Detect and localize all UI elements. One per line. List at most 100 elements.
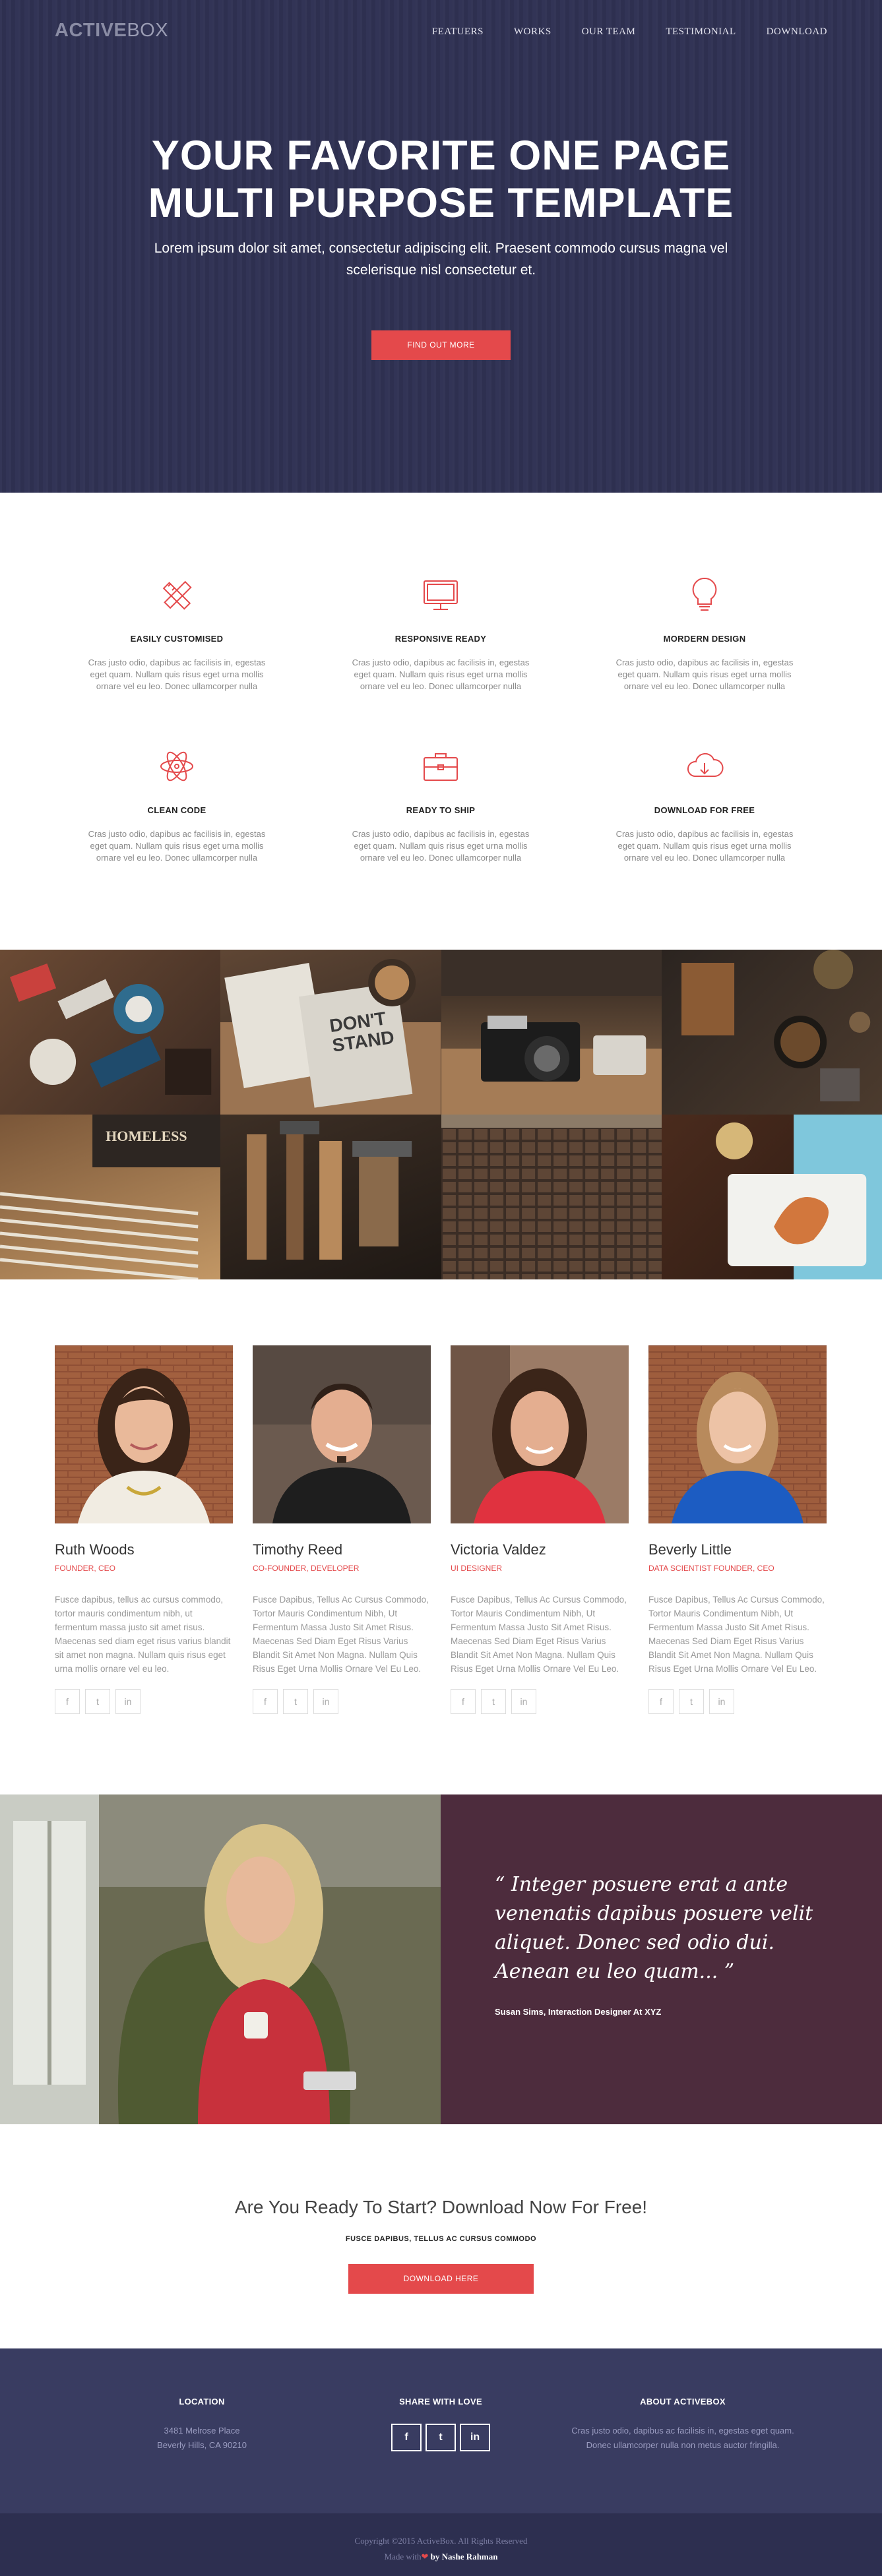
team-member-name: Timothy Reed bbox=[253, 1541, 343, 1558]
team-member-bio: Fusce Dapibus, Tellus Ac Cursus Commodo,… bbox=[253, 1595, 429, 1674]
twitter-icon[interactable]: t bbox=[283, 1689, 308, 1714]
lightbulb-icon bbox=[692, 577, 717, 611]
cta-subtitle: FUSCE DAPIBUS, TELLUS AC CURSUS COMMODO bbox=[345, 2235, 537, 2243]
hero-title: YOUR FAVORITE ONE PAGE MULTI PURPOSE TEM… bbox=[0, 132, 882, 227]
author-credit[interactable]: by Nashe Rahman bbox=[431, 2552, 498, 2561]
testimonial-quote: “ Integer posuere erat a ante venenatis … bbox=[495, 1873, 813, 1983]
team-member-role: CO-FOUNDER, DEVELOPER bbox=[253, 1564, 360, 1573]
feature-card: READY TO SHIP Cras justo odio, dapibus a… bbox=[342, 743, 540, 864]
twitter-icon[interactable]: t bbox=[679, 1689, 704, 1714]
footer-about-text: Cras justo odio, dapibus ac facilisis in… bbox=[571, 2426, 794, 2450]
hero-title-line-2: MULTI PURPOSE TEMPLATE bbox=[148, 180, 734, 226]
atom-icon bbox=[160, 751, 193, 782]
feature-title: CLEAN CODE bbox=[147, 805, 206, 815]
team-member-card: Beverly Little DATA SCIENTIST FOUNDER, C… bbox=[648, 1345, 827, 1714]
footer-location-title: LOCATION bbox=[179, 2397, 225, 2407]
feature-card: EASILY CUSTOMISED Cras justo odio, dapib… bbox=[78, 572, 276, 692]
made-with-text: Made with bbox=[384, 2552, 422, 2561]
brand-logo[interactable]: ACTIVEBOX bbox=[55, 20, 168, 42]
linkedin-icon[interactable]: in bbox=[511, 1689, 536, 1714]
team-member-card: Ruth Woods FOUNDER, CEO Fusce dapibus, t… bbox=[55, 1345, 233, 1714]
features-section: EASILY CUSTOMISED Cras justo odio, dapib… bbox=[0, 493, 882, 950]
top-navbar: ACTIVEBOX FEATUERS WORKS OUR TEAM TESTIM… bbox=[0, 0, 882, 66]
briefcase-icon bbox=[424, 753, 458, 781]
heart-icon: ❤ bbox=[421, 2552, 429, 2561]
gallery-image[interactable] bbox=[220, 1115, 441, 1279]
team-member-bio: Fusce Dapibus, Tellus Ac Cursus Commodo,… bbox=[648, 1595, 825, 1674]
team-member-socials: f t in bbox=[55, 1689, 233, 1714]
cloud-download-icon bbox=[687, 752, 724, 777]
nav-link-download[interactable]: DOWNLOAD bbox=[767, 26, 827, 38]
hero-title-line-1: YOUR FAVORITE ONE PAGE bbox=[151, 133, 731, 179]
team-member-photo bbox=[451, 1345, 629, 1523]
team-member-socials: f t in bbox=[253, 1689, 431, 1714]
twitter-icon[interactable]: t bbox=[481, 1689, 506, 1714]
gallery-image[interactable] bbox=[661, 950, 882, 1115]
team-member-bio: Fusce dapibus, tellus ac cursus commodo,… bbox=[55, 1595, 231, 1674]
linkedin-icon[interactable]: in bbox=[709, 1689, 734, 1714]
team-member-name: Ruth Woods bbox=[55, 1541, 135, 1558]
feature-card: RESPONSIVE READY Cras justo odio, dapibu… bbox=[342, 572, 540, 692]
download-section: Are You Ready To Start? Download Now For… bbox=[0, 2124, 882, 2348]
gallery-image[interactable] bbox=[661, 1115, 882, 1279]
testimonial-photo bbox=[0, 1794, 441, 2124]
testimonial-section: “ Integer posuere erat a ante venenatis … bbox=[0, 1794, 882, 2124]
footer-about-title: ABOUT ACTIVEBOX bbox=[640, 2397, 726, 2407]
download-here-button[interactable]: DOWNLOAD HERE bbox=[348, 2264, 534, 2294]
nav-link-works[interactable]: WORKS bbox=[514, 26, 551, 38]
feature-text: Cras justo odio, dapibus ac facilisis in… bbox=[615, 658, 794, 691]
address-line-2: Beverly Hills, CA 90210 bbox=[157, 2440, 247, 2450]
nav-link-testimonial[interactable]: TESTIMONIAL bbox=[666, 26, 736, 38]
gallery-image[interactable] bbox=[441, 950, 662, 1115]
team-member-photo bbox=[253, 1345, 431, 1523]
hero-subtitle: Lorem ipsum dolor sit amet, consectetur … bbox=[154, 241, 728, 278]
facebook-icon[interactable]: f bbox=[391, 2424, 422, 2451]
gallery-image[interactable] bbox=[441, 1115, 662, 1279]
team-member-card: Timothy Reed CO-FOUNDER, DEVELOPER Fusce… bbox=[253, 1345, 431, 1714]
gallery-image[interactable]: HOMELESS bbox=[0, 1115, 221, 1279]
hero-section: ACTIVEBOX FEATUERS WORKS OUR TEAM TESTIM… bbox=[0, 0, 882, 493]
copyright-text: Copyright ©2015 ActiveBox. All Rights Re… bbox=[354, 2536, 528, 2546]
facebook-icon[interactable]: f bbox=[648, 1689, 674, 1714]
team-member-bio: Fusce Dapibus, Tellus Ac Cursus Commodo,… bbox=[451, 1595, 627, 1674]
twitter-icon[interactable]: t bbox=[85, 1689, 110, 1714]
feature-card: DOWNLOAD FOR FREE Cras justo odio, dapib… bbox=[606, 743, 803, 864]
footer-share: SHARE WITH LOVE f t in bbox=[375, 2395, 507, 2451]
copyright-bar: Copyright ©2015 ActiveBox. All Rights Re… bbox=[0, 2513, 882, 2576]
find-out-more-button[interactable]: FIND OUT MORE bbox=[371, 330, 511, 360]
main-menu: FEATUERS WORKS OUR TEAM TESTIMONIAL DOWN… bbox=[432, 26, 827, 38]
team-member-role: DATA SCIENTIST FOUNDER, CEO bbox=[648, 1564, 774, 1573]
nav-link-features[interactable]: FEATUERS bbox=[432, 26, 484, 38]
team-member-socials: f t in bbox=[451, 1689, 629, 1714]
testimonial-quote-panel: “ Integer posuere erat a ante venenatis … bbox=[441, 1794, 882, 2124]
linkedin-icon[interactable]: in bbox=[313, 1689, 338, 1714]
works-gallery: DON'T STAND HOMELESS bbox=[0, 950, 882, 1279]
facebook-icon[interactable]: f bbox=[253, 1689, 278, 1714]
footer-social-links: f t in bbox=[375, 2424, 507, 2451]
feature-title: RESPONSIVE READY bbox=[394, 634, 487, 644]
linkedin-icon[interactable]: in bbox=[115, 1689, 141, 1714]
cta-title: Are You Ready To Start? Download Now For… bbox=[234, 2197, 648, 2217]
feature-text: Cras justo odio, dapibus ac facilisis in… bbox=[88, 658, 266, 691]
team-member-photo bbox=[55, 1345, 233, 1523]
facebook-icon[interactable]: f bbox=[451, 1689, 476, 1714]
gallery-image[interactable]: DON'T STAND bbox=[220, 950, 441, 1115]
footer-location: LOCATION 3481 Melrose Place Beverly Hill… bbox=[136, 2395, 268, 2453]
nav-link-our-team[interactable]: OUR TEAM bbox=[582, 26, 636, 38]
monitor-icon bbox=[424, 580, 458, 610]
twitter-icon[interactable]: t bbox=[425, 2424, 456, 2451]
feature-text: Cras justo odio, dapibus ac facilisis in… bbox=[352, 829, 530, 863]
linkedin-icon[interactable]: in bbox=[460, 2424, 490, 2451]
team-member-name: Victoria Valdez bbox=[451, 1541, 546, 1558]
footer-about: ABOUT ACTIVEBOX Cras justo odio, dapibus… bbox=[567, 2395, 798, 2453]
gallery-image[interactable] bbox=[0, 950, 221, 1115]
team-member-role: UI DESIGNER bbox=[451, 1564, 503, 1573]
facebook-icon[interactable]: f bbox=[55, 1689, 80, 1714]
team-member-name: Beverly Little bbox=[648, 1541, 732, 1558]
feature-title: EASILY CUSTOMISED bbox=[130, 634, 224, 644]
team-member-role: FOUNDER, CEO bbox=[55, 1564, 116, 1573]
footer: LOCATION 3481 Melrose Place Beverly Hill… bbox=[0, 2348, 882, 2513]
team-section: Ruth Woods FOUNDER, CEO Fusce dapibus, t… bbox=[0, 1279, 882, 1794]
team-member-socials: f t in bbox=[648, 1689, 827, 1714]
feature-card: CLEAN CODE Cras justo odio, dapibus ac f… bbox=[78, 743, 276, 864]
